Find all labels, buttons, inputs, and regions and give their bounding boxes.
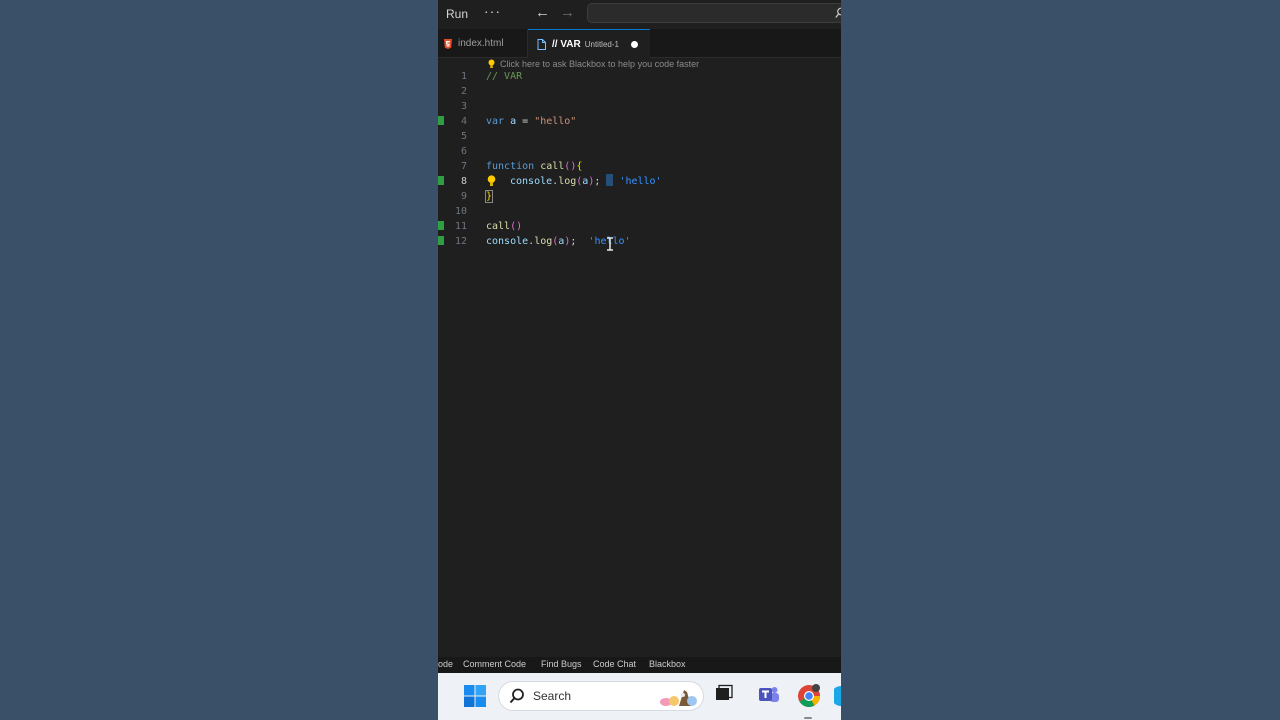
paren-token: ()	[564, 161, 577, 172]
tab-label: // VAR	[552, 38, 581, 50]
search-icon[interactable]	[835, 6, 841, 24]
vscode-window: Run ··· ← → index.html // VAR Untitled-1	[438, 0, 841, 720]
file-icon	[537, 38, 546, 50]
mouse-ibeam-cursor-icon	[606, 237, 614, 256]
line-number: 12	[454, 236, 467, 247]
windows-taskbar: Search	[438, 673, 841, 720]
edge-icon[interactable]	[831, 686, 841, 711]
bb-action-explain-code[interactable]: ode	[438, 659, 453, 669]
bb-action-find-bugs[interactable]: Find Bugs	[541, 659, 582, 669]
bb-action-blackbox[interactable]: Blackbox	[649, 659, 686, 669]
chrome-icon[interactable]	[797, 684, 821, 713]
comment-token: // VAR	[486, 71, 523, 82]
code-line: 10	[438, 204, 841, 219]
bb-action-comment-code[interactable]: Comment Code	[463, 659, 526, 669]
code-line: 6	[438, 144, 841, 159]
line-number: 7	[460, 161, 467, 172]
line-number: 8	[460, 176, 467, 187]
modified-gutter-marker[interactable]	[438, 236, 444, 245]
code-line: 3	[438, 99, 841, 114]
line-number: 10	[454, 206, 467, 217]
search-highlight-art-icon	[657, 686, 699, 713]
line-number: 4	[460, 116, 467, 127]
tab-untitled-1[interactable]: // VAR Untitled-1	[528, 29, 650, 58]
line-number: 1	[460, 71, 467, 82]
menu-run[interactable]: Run	[446, 7, 468, 21]
line-number: 3	[460, 101, 467, 112]
line-number: 9	[460, 191, 467, 202]
lightbulb-icon	[488, 59, 495, 69]
bb-action-code-chat[interactable]: Code Chat	[593, 659, 636, 669]
code-line: 9 }	[438, 189, 841, 204]
code-line: 4 var a = "hello"	[438, 114, 841, 129]
taskbar-search-box[interactable]: Search	[499, 682, 703, 710]
task-view-icon[interactable]	[715, 684, 733, 707]
blackbox-actions-bar: ode Comment Code Find Bugs Code Chat Bla…	[438, 657, 841, 673]
keyword-token: var	[486, 116, 505, 127]
html5-icon	[444, 38, 452, 49]
code-line: 2	[438, 84, 841, 99]
modified-gutter-marker[interactable]	[438, 221, 444, 230]
code-editor[interactable]: Click here to ask Blackbox to help you c…	[438, 58, 841, 658]
keyword-token: function	[486, 161, 535, 172]
function-name-token: call	[540, 161, 565, 172]
windows-start-icon[interactable]	[464, 685, 486, 712]
back-arrow-icon[interactable]: ←	[535, 4, 550, 21]
modified-gutter-marker[interactable]	[438, 176, 444, 185]
line-number: 11	[454, 221, 467, 232]
blackbox-hint[interactable]: Click here to ask Blackbox to help you c…	[488, 59, 699, 69]
paren-token: ()	[510, 221, 523, 232]
code-line: 5	[438, 129, 841, 144]
line-number: 2	[460, 86, 467, 97]
search-icon	[509, 688, 525, 709]
command-center-input[interactable]	[587, 3, 841, 23]
brace-token: }	[484, 190, 494, 203]
method-token: log	[558, 176, 577, 187]
forward-arrow-icon[interactable]: →	[560, 4, 575, 21]
object-token: console	[510, 176, 553, 187]
search-label: Search	[533, 689, 572, 703]
code-line-active: 8 console.log(a); 'hello'	[438, 174, 841, 189]
chrome-running-indicator	[804, 717, 812, 719]
hint-text: Click here to ask Blackbox to help you c…	[500, 59, 700, 69]
string-token: "hello"	[534, 116, 577, 127]
semicolon-token: ;	[570, 236, 577, 247]
editor-tab-bar: index.html // VAR Untitled-1	[438, 29, 841, 58]
operator-token: =	[516, 116, 535, 127]
teams-icon[interactable]	[758, 684, 780, 711]
more-menu-icon[interactable]: ···	[484, 3, 501, 19]
code-line: 12 console.log(a); 'hello'	[438, 234, 841, 249]
code-line: 1 // VAR	[438, 69, 841, 84]
tab-label: index.html	[458, 38, 504, 49]
text-cursor	[606, 174, 614, 186]
line-number: 5	[460, 131, 467, 142]
method-token: log	[534, 236, 553, 247]
tab-description: Untitled-1	[584, 39, 619, 49]
unsaved-dot-icon[interactable]	[630, 40, 638, 48]
brace-token: {	[576, 161, 583, 172]
modified-gutter-marker[interactable]	[438, 116, 444, 125]
function-call-token: call	[486, 221, 511, 232]
line-number: 6	[460, 146, 467, 157]
title-bar: Run ··· ← →	[438, 0, 841, 29]
code-line: 11 call()	[438, 219, 841, 234]
code-line: 7 function call(){	[438, 159, 841, 174]
tab-index-html[interactable]: index.html	[438, 29, 528, 58]
object-token: console	[486, 236, 529, 247]
semicolon-token: ;	[594, 176, 601, 187]
inline-result: 'hello'	[619, 176, 662, 187]
